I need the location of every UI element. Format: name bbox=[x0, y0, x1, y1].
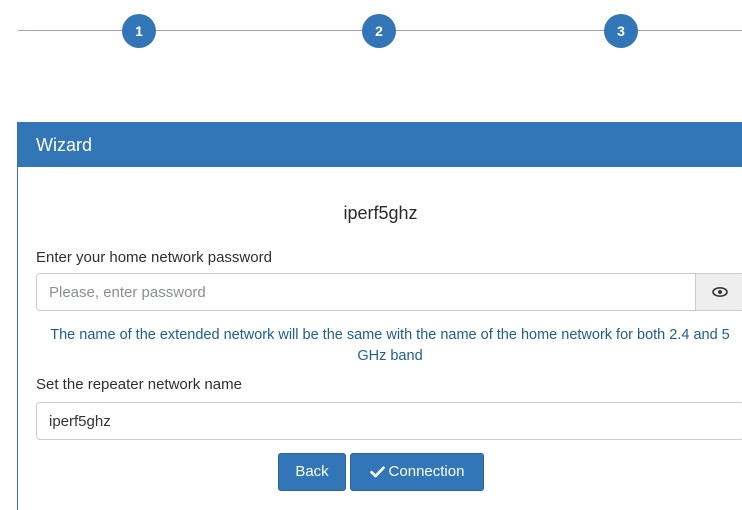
password-input[interactable] bbox=[37, 274, 695, 310]
check-icon bbox=[369, 466, 385, 478]
back-button[interactable]: Back bbox=[278, 453, 346, 491]
eye-icon bbox=[711, 287, 728, 297]
step-2[interactable]: 2 bbox=[362, 14, 396, 48]
back-button-label: Back bbox=[295, 463, 329, 480]
repeater-name-label: Set the repeater network name bbox=[36, 376, 242, 393]
wizard-stepper: 1 2 3 bbox=[0, 0, 742, 120]
network-name: iperf5ghz bbox=[343, 203, 418, 223]
show-password-button[interactable] bbox=[695, 274, 742, 310]
connection-button-label: Connection bbox=[388, 463, 465, 480]
repeater-name-input[interactable] bbox=[36, 402, 742, 440]
step-3[interactable]: 3 bbox=[604, 14, 638, 48]
connection-button[interactable]: Connection bbox=[350, 453, 484, 491]
wizard-panel: Wizard iperf5ghz Enter your home network… bbox=[17, 122, 742, 510]
password-label: Enter your home network password bbox=[36, 249, 272, 266]
step-1[interactable]: 1 bbox=[122, 14, 156, 48]
info-text: The name of the extended network will be… bbox=[50, 327, 730, 364]
panel-title: Wizard bbox=[18, 123, 742, 167]
password-input-group bbox=[36, 273, 742, 311]
